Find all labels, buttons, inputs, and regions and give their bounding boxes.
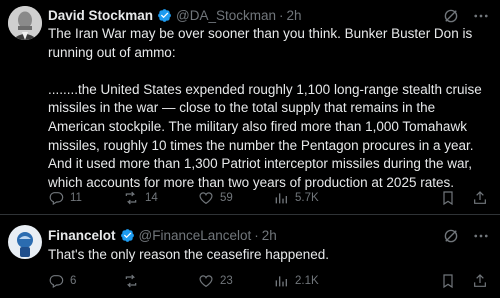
tweet-actions: 6 23 2.1K xyxy=(48,273,488,289)
reply-count: 6 xyxy=(70,275,77,287)
tweet[interactable]: David Stockman @DA_Stockman · 2h The Ira… xyxy=(0,0,500,214)
share-icon[interactable] xyxy=(472,273,488,289)
like-count: 59 xyxy=(220,192,233,204)
reply-count: 11 xyxy=(70,192,82,204)
tweet-actions: 11 14 59 5.7K xyxy=(48,190,488,206)
tweet-text: The Iran War may be over sooner than you… xyxy=(48,26,482,190)
views-icon xyxy=(275,193,287,204)
grok-icon[interactable] xyxy=(442,7,460,25)
author-name[interactable]: Financelot xyxy=(48,228,116,243)
avatar-image xyxy=(8,6,42,40)
tweet-header: David Stockman @DA_Stockman · 2h xyxy=(48,8,302,23)
bookmark-icon[interactable] xyxy=(440,273,456,289)
timestamp[interactable]: 2h xyxy=(287,8,302,23)
bookmark-icon[interactable] xyxy=(440,190,456,206)
like-icon xyxy=(199,275,213,288)
reply-button[interactable]: 6 xyxy=(48,273,123,289)
like-button[interactable]: 59 xyxy=(198,190,273,206)
header-actions xyxy=(442,227,490,245)
author-handle[interactable]: @DA_Stockman xyxy=(176,8,276,23)
avatar[interactable] xyxy=(8,225,42,259)
separator-dot: · xyxy=(279,8,284,23)
repost-button[interactable]: 14 xyxy=(123,190,198,206)
grok-icon[interactable] xyxy=(442,227,460,245)
repost-count: 14 xyxy=(145,192,158,204)
reply-icon xyxy=(49,192,64,206)
repost-icon xyxy=(125,191,137,205)
verified-icon xyxy=(158,9,171,22)
reply-button[interactable]: 11 xyxy=(48,190,123,206)
more-icon[interactable] xyxy=(472,227,490,245)
repost-icon xyxy=(125,274,137,288)
verified-icon xyxy=(120,229,134,242)
author-name[interactable]: David Stockman xyxy=(48,8,153,23)
avatar-image xyxy=(8,225,42,259)
like-icon xyxy=(199,192,213,205)
tweet-header: Financelot @FinanceLancelot · 2h xyxy=(48,228,277,243)
repost-button[interactable] xyxy=(123,273,198,289)
tweet-text: That's the only reason the ceasefire hap… xyxy=(48,247,330,262)
views-count: 2.1K xyxy=(295,275,319,287)
author-handle[interactable]: @FinanceLancelot xyxy=(139,228,252,243)
separator-dot: · xyxy=(254,228,259,243)
views-icon xyxy=(275,276,287,287)
tweet[interactable]: Financelot @FinanceLancelot · 2h That's … xyxy=(0,215,500,298)
views-count: 5.7K xyxy=(295,192,319,204)
like-count: 23 xyxy=(220,275,233,287)
views-button[interactable]: 2.1K xyxy=(273,273,348,289)
views-button[interactable]: 5.7K xyxy=(273,190,348,206)
like-button[interactable]: 23 xyxy=(198,273,273,289)
reply-icon xyxy=(49,275,64,289)
header-actions xyxy=(442,7,490,25)
timestamp[interactable]: 2h xyxy=(262,228,277,243)
more-icon[interactable] xyxy=(472,7,490,25)
share-icon[interactable] xyxy=(472,190,488,206)
avatar[interactable] xyxy=(8,6,42,40)
